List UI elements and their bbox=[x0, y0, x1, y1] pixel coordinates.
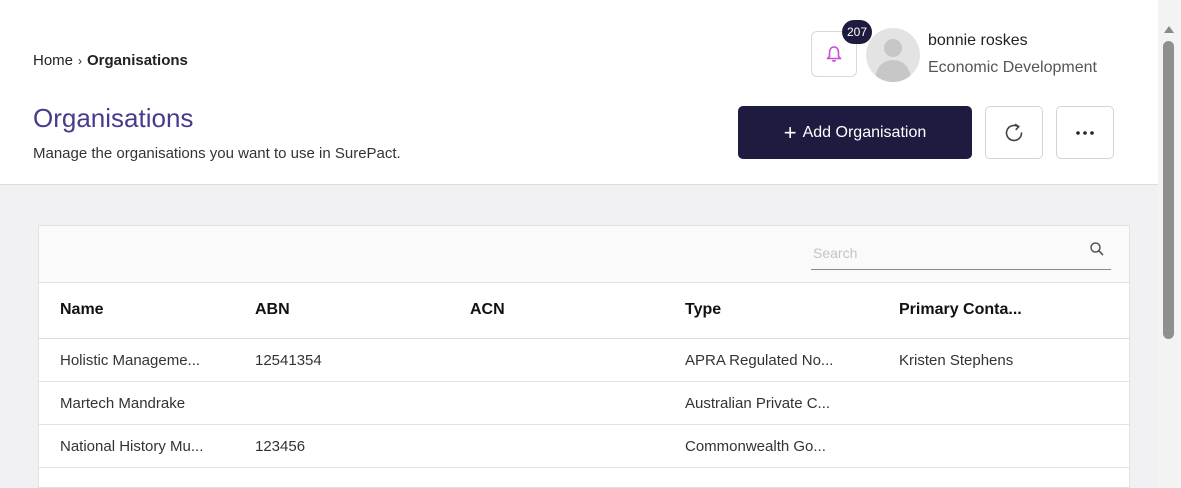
cell-name: Martech Mandrake bbox=[39, 381, 255, 425]
search-input[interactable] bbox=[811, 240, 1075, 266]
table-row[interactable]: Martech Mandrake Australian Private C... bbox=[39, 381, 1129, 425]
column-header-abn[interactable]: ABN bbox=[255, 282, 470, 339]
search-icon[interactable] bbox=[1089, 241, 1105, 257]
avatar[interactable] bbox=[866, 28, 920, 82]
cell-name: National History Mu... bbox=[39, 424, 255, 468]
column-header-acn[interactable]: ACN bbox=[470, 282, 685, 339]
column-header-type[interactable]: Type bbox=[685, 282, 899, 339]
table-toolbar bbox=[39, 226, 1129, 283]
cell-type: APRA Regulated No... bbox=[685, 338, 899, 382]
cell-acn bbox=[470, 381, 685, 425]
add-organisation-label: Add Organisation bbox=[802, 123, 927, 141]
user-name: bonnie roskes bbox=[928, 32, 1028, 49]
more-options-button[interactable] bbox=[1056, 106, 1114, 159]
breadcrumb-separator: › bbox=[78, 54, 83, 68]
cell-abn: 12541354 bbox=[255, 338, 470, 382]
organisations-table: Name ABN ACN Type Primary Conta... Holis… bbox=[39, 282, 1129, 468]
breadcrumb: Home › Organisations bbox=[33, 52, 188, 69]
plus-icon: + bbox=[783, 119, 797, 145]
cell-abn: 123456 bbox=[255, 424, 470, 468]
refresh-icon bbox=[1005, 123, 1023, 141]
notification-count-badge: 207 bbox=[842, 20, 872, 44]
cell-acn bbox=[470, 424, 685, 468]
scrollbar-thumb[interactable] bbox=[1163, 41, 1174, 339]
column-header-primary-contact[interactable]: Primary Conta... bbox=[899, 282, 1129, 339]
cell-abn bbox=[255, 381, 470, 425]
user-organisation: Economic Development bbox=[928, 59, 1097, 76]
breadcrumb-home[interactable]: Home bbox=[33, 52, 73, 69]
bell-icon bbox=[826, 46, 842, 62]
scroll-up-arrow-icon[interactable] bbox=[1164, 26, 1174, 33]
cell-acn bbox=[470, 338, 685, 382]
page-title: Organisations bbox=[33, 103, 194, 133]
organisations-table-card: Name ABN ACN Type Primary Conta... Holis… bbox=[38, 225, 1130, 488]
add-organisation-button[interactable]: + Add Organisation bbox=[738, 106, 972, 159]
cell-primary-contact bbox=[899, 381, 1129, 425]
search-field bbox=[811, 236, 1111, 270]
breadcrumb-current: Organisations bbox=[87, 52, 188, 69]
cell-type: Australian Private C... bbox=[685, 381, 899, 425]
cell-primary-contact: Kristen Stephens bbox=[899, 338, 1129, 382]
table-row[interactable]: Holistic Manageme... 12541354 APRA Regul… bbox=[39, 338, 1129, 382]
column-header-name[interactable]: Name bbox=[39, 282, 255, 339]
cell-type: Commonwealth Go... bbox=[685, 424, 899, 468]
more-horizontal-icon bbox=[1076, 130, 1094, 135]
table-row[interactable]: National History Mu... 123456 Commonweal… bbox=[39, 424, 1129, 468]
cell-primary-contact bbox=[899, 424, 1129, 468]
cell-name: Holistic Manageme... bbox=[39, 338, 255, 382]
refresh-button[interactable] bbox=[985, 106, 1043, 159]
table-header-row: Name ABN ACN Type Primary Conta... bbox=[39, 282, 1129, 339]
page-subtitle: Manage the organisations you want to use… bbox=[33, 145, 401, 162]
